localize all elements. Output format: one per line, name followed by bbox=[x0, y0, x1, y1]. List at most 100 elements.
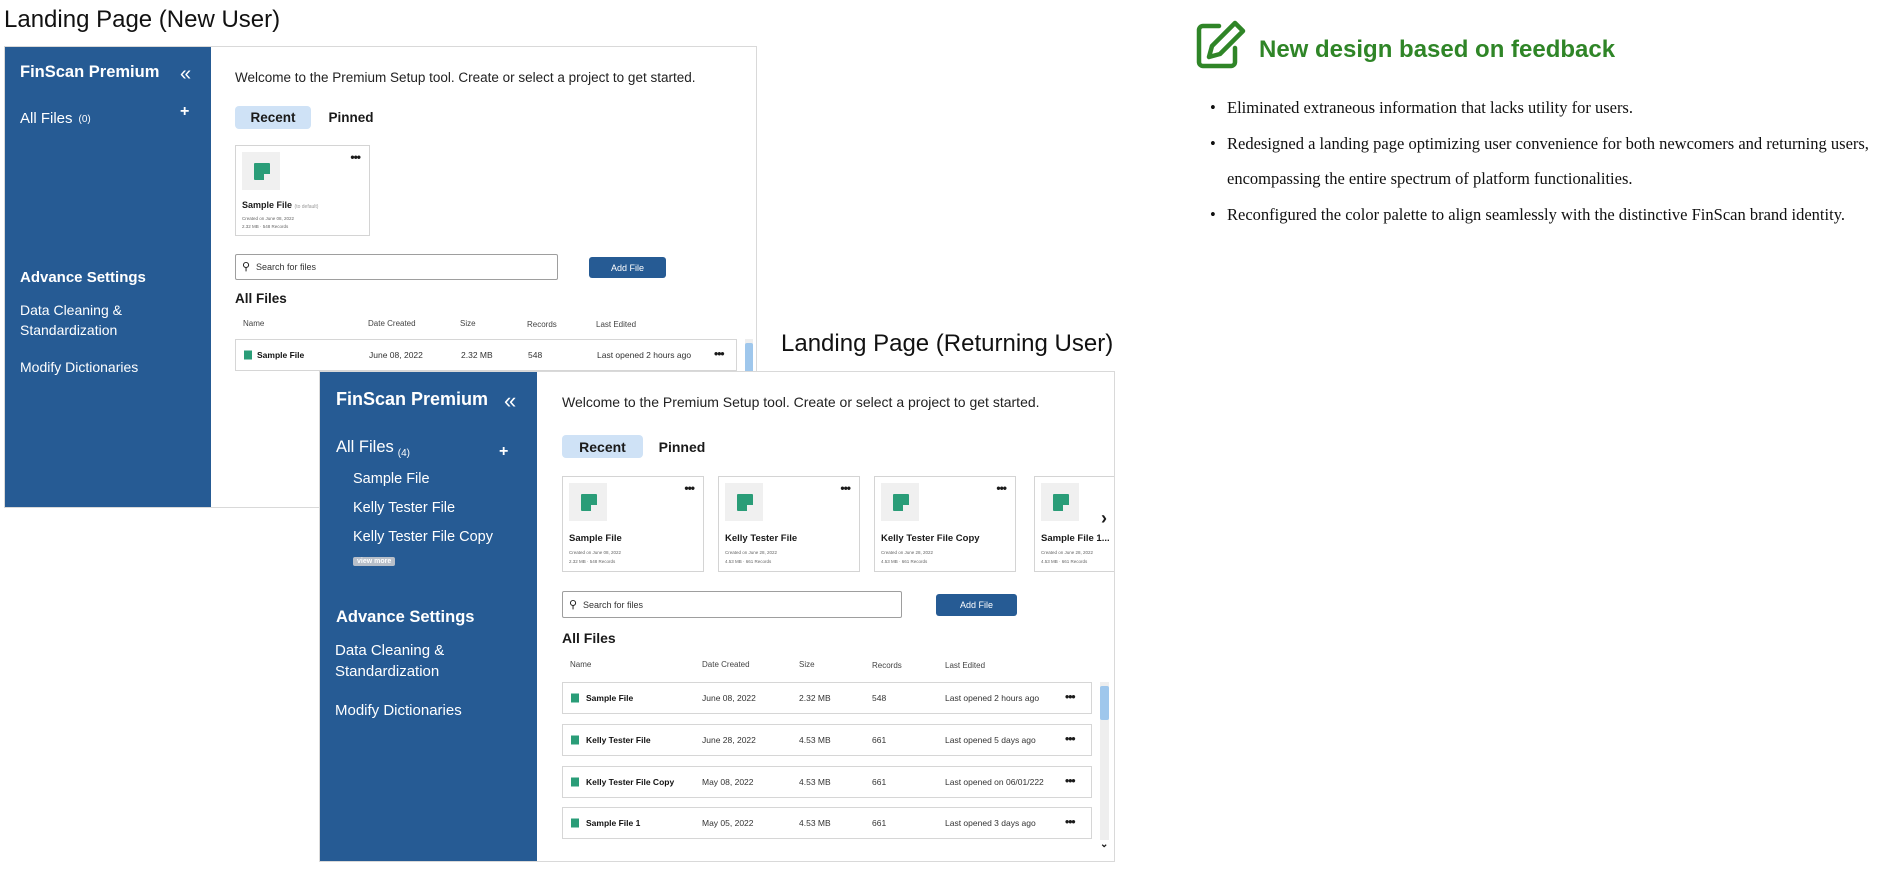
row-date: May 08, 2022 bbox=[702, 777, 754, 787]
advance-settings-heading: Advance Settings bbox=[336, 608, 475, 626]
scrollbar-thumb[interactable] bbox=[745, 343, 753, 373]
column-header-last-edited: Last Edited bbox=[596, 320, 637, 329]
row-more-options-icon[interactable]: ••• bbox=[1065, 815, 1076, 829]
column-header-records: Records bbox=[527, 320, 557, 329]
column-header-size: Size bbox=[460, 319, 476, 328]
row-name: Sample File bbox=[257, 350, 305, 360]
row-records: 661 bbox=[872, 777, 887, 787]
sidebar-item-data-cleaning-line2[interactable]: Standardization bbox=[335, 663, 439, 680]
sidebar-file-kelly-copy[interactable]: Kelly Tester File Copy bbox=[353, 529, 493, 545]
sidebar-file-kelly[interactable]: Kelly Tester File bbox=[353, 500, 455, 516]
table-row[interactable]: Kelly Tester File Copy May 08, 2022 4.53… bbox=[562, 766, 1092, 798]
sidebar-item-modify-dictionaries[interactable]: Modify Dictionaries bbox=[335, 702, 462, 719]
file-icon bbox=[571, 735, 579, 745]
feedback-list: Eliminated extraneous information that l… bbox=[1210, 90, 1880, 232]
double-chevron-left-icon[interactable]: « bbox=[180, 64, 191, 84]
add-file-button[interactable]: Add File bbox=[936, 594, 1017, 616]
row-more-options-icon[interactable]: ••• bbox=[1065, 732, 1076, 746]
scrollbar[interactable] bbox=[1100, 682, 1109, 840]
feedback-bullet: Eliminated extraneous information that l… bbox=[1210, 90, 1880, 126]
brand-name: FinScan Premium bbox=[336, 389, 489, 409]
row-date: June 08, 2022 bbox=[369, 350, 423, 360]
sidebar-item-all-files[interactable]: All Files (4) bbox=[336, 438, 410, 459]
returning-user-page-title: Landing Page (Returning User) bbox=[781, 330, 1114, 357]
file-card[interactable]: ••• Kelly Tester File Created on June 28… bbox=[718, 476, 860, 572]
search-input[interactable]: ⚲ Search for files bbox=[562, 591, 902, 618]
tab-pinned[interactable]: Pinned bbox=[650, 435, 714, 458]
tab-recent[interactable]: Recent bbox=[562, 435, 643, 458]
file-icon bbox=[1053, 494, 1069, 511]
card-file-name: Kelly Tester File bbox=[725, 533, 798, 544]
file-icon bbox=[244, 350, 252, 360]
file-icon bbox=[571, 777, 579, 787]
card-name-text: Sample File bbox=[242, 200, 293, 210]
all-files-heading: All Files bbox=[562, 630, 616, 646]
file-card[interactable]: ••• Sample File (to default) Created on … bbox=[235, 145, 370, 236]
double-chevron-left-icon[interactable]: « bbox=[504, 390, 516, 412]
tab-recent[interactable]: Recent bbox=[235, 106, 311, 129]
tab-pinned[interactable]: Pinned bbox=[321, 106, 381, 129]
file-icon bbox=[571, 818, 579, 828]
search-icon: ⚲ bbox=[242, 260, 251, 273]
chevron-down-icon[interactable]: ⌄ bbox=[1100, 839, 1108, 850]
file-card[interactable]: ••• Kelly Tester File Copy Created on Ju… bbox=[874, 476, 1016, 572]
card-created-date: Created on June 08, 2022 bbox=[569, 550, 622, 555]
column-header-name: Name bbox=[243, 319, 265, 328]
card-file-name: Kelly Tester File Copy bbox=[881, 533, 980, 544]
table-row[interactable]: Kelly Tester File June 28, 2022 4.53 MB … bbox=[562, 724, 1092, 756]
column-header-records: Records bbox=[872, 661, 902, 670]
file-icon bbox=[571, 693, 579, 703]
file-thumbnail bbox=[242, 152, 280, 190]
card-meta: 4.53 MB · 661 Records bbox=[725, 559, 772, 564]
row-more-options-icon[interactable]: ••• bbox=[714, 347, 725, 361]
file-card[interactable]: ••• Sample File Created on June 08, 2022… bbox=[562, 476, 704, 572]
card-meta: 4.53 MB · 661 Records bbox=[1041, 559, 1088, 564]
feedback-bullet: Redesigned a landing page optimizing use… bbox=[1210, 126, 1880, 197]
add-file-button[interactable]: Add File bbox=[589, 257, 666, 278]
view-more-button[interactable]: view more bbox=[353, 557, 396, 566]
search-icon: ⚲ bbox=[569, 598, 578, 611]
more-options-icon[interactable]: ••• bbox=[840, 481, 851, 495]
row-more-options-icon[interactable]: ••• bbox=[1065, 690, 1076, 704]
row-date: May 05, 2022 bbox=[702, 818, 754, 828]
file-thumbnail bbox=[725, 483, 763, 521]
all-files-label: All Files bbox=[20, 110, 73, 127]
more-options-icon[interactable]: ••• bbox=[684, 481, 695, 495]
sidebar-item-all-files[interactable]: All Files (0) bbox=[20, 110, 91, 127]
row-last-edited: Last opened on 06/01/222 bbox=[945, 777, 1044, 787]
sidebar-item-data-cleaning[interactable]: Data Cleaning & bbox=[335, 642, 444, 659]
table-row[interactable]: Sample File 1 May 05, 2022 4.53 MB 661 L… bbox=[562, 807, 1092, 839]
new-user-page-title: Landing Page (New User) bbox=[4, 6, 281, 33]
row-date: June 28, 2022 bbox=[702, 735, 756, 745]
row-last-edited: Last opened 3 days ago bbox=[945, 818, 1036, 828]
file-thumbnail bbox=[881, 483, 919, 521]
sidebar-file-sample[interactable]: Sample File bbox=[353, 471, 430, 487]
row-records: 661 bbox=[872, 735, 887, 745]
more-options-icon[interactable]: ••• bbox=[996, 481, 1007, 495]
card-meta: 4.53 MB · 661 Records bbox=[881, 559, 928, 564]
welcome-text: Welcome to the Premium Setup tool. Creat… bbox=[235, 70, 696, 85]
more-options-icon[interactable]: ••• bbox=[350, 150, 361, 164]
row-records: 548 bbox=[528, 350, 543, 360]
row-name: Sample File 1 bbox=[586, 818, 641, 828]
search-input[interactable]: ⚲ Search for files bbox=[235, 254, 558, 280]
row-last-edited: Last opened 5 days ago bbox=[945, 735, 1036, 745]
welcome-text: Welcome to the Premium Setup tool. Creat… bbox=[562, 394, 1040, 410]
sidebar-item-data-cleaning-line2[interactable]: Standardization bbox=[20, 322, 117, 338]
card-created-date: Created on June 08, 2022 bbox=[242, 216, 295, 221]
chevron-right-icon[interactable]: › bbox=[1101, 508, 1107, 529]
row-date: June 08, 2022 bbox=[702, 693, 756, 703]
returning-user-screen: FinScan Premium « All Files (4) + Sample … bbox=[319, 371, 1115, 862]
row-more-options-icon[interactable]: ••• bbox=[1065, 774, 1076, 788]
scrollbar-thumb[interactable] bbox=[1100, 686, 1109, 720]
row-size: 2.32 MB bbox=[799, 693, 831, 703]
column-header-size: Size bbox=[799, 660, 815, 669]
sidebar-item-modify-dictionaries[interactable]: Modify Dictionaries bbox=[20, 359, 138, 375]
add-file-plus-icon[interactable]: + bbox=[180, 103, 189, 121]
table-row[interactable]: Sample File June 08, 2022 2.32 MB 548 La… bbox=[562, 682, 1092, 714]
card-meta: 2.32 MB · 548 Records bbox=[569, 559, 616, 564]
sidebar-item-data-cleaning[interactable]: Data Cleaning & bbox=[20, 302, 122, 318]
table-row[interactable]: Sample File June 08, 2022 2.32 MB 548 La… bbox=[235, 339, 737, 371]
all-files-label: All Files bbox=[336, 438, 394, 456]
add-file-plus-icon[interactable]: + bbox=[499, 443, 508, 461]
